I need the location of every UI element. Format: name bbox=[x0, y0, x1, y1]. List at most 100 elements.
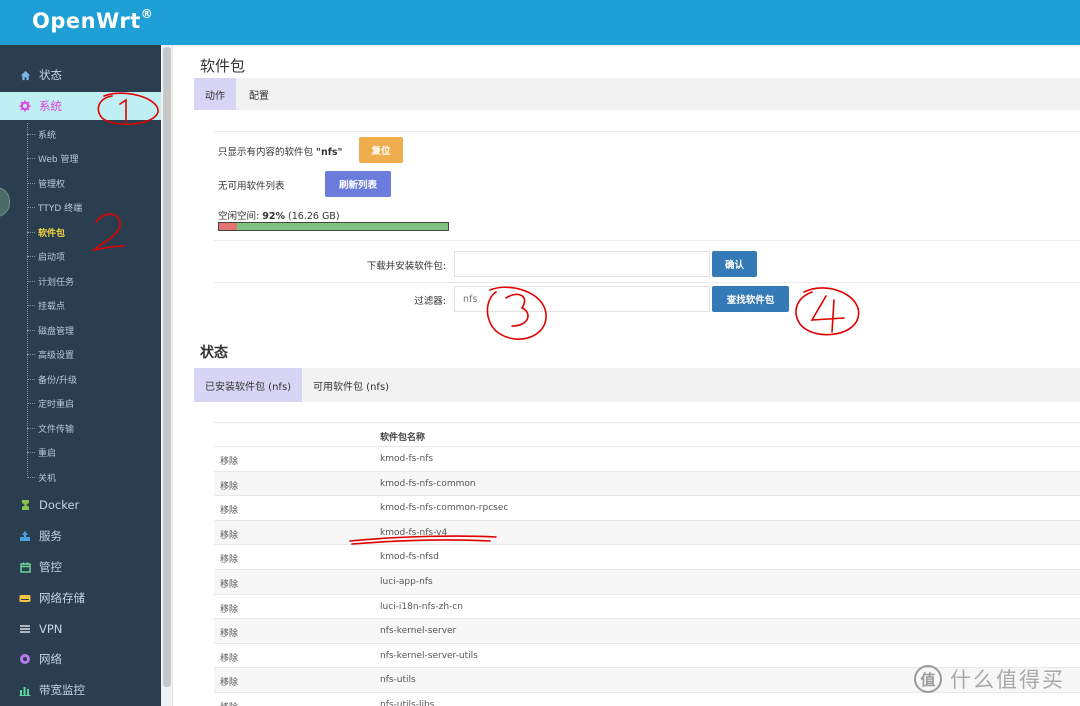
remove-package-link[interactable]: 移除 bbox=[220, 577, 238, 590]
sidebar-subitem-scheduled-reboot[interactable]: 定时重启 bbox=[0, 393, 161, 413]
remove-package-link[interactable]: 移除 bbox=[220, 675, 238, 688]
watermark: 值 什么值得买 bbox=[914, 664, 1065, 694]
top-header: OpenWrt® bbox=[0, 0, 1080, 45]
chart-icon bbox=[18, 683, 32, 697]
sidebar-subitem-mounts[interactable]: 挂载点 bbox=[0, 295, 161, 315]
download-label: 下载并安装软件包: bbox=[366, 261, 446, 272]
package-name: nfs-utils-libs bbox=[380, 699, 435, 706]
filter-input[interactable]: nfs bbox=[454, 286, 710, 312]
free-space-size: (16.26 GB) bbox=[288, 211, 340, 222]
sidebar-subitem-label: 文件传输 bbox=[38, 424, 75, 435]
sidebar-subitem-label: 关机 bbox=[38, 473, 57, 484]
sidebar-item-label: 网络存储 bbox=[39, 591, 85, 605]
sidebar-subitem-disk[interactable]: 磁盘管理 bbox=[0, 320, 161, 340]
sidebar-item-label: VPN bbox=[39, 622, 63, 636]
sidebar-item-status[interactable]: 状态 bbox=[0, 61, 161, 89]
disk-used-fill bbox=[219, 223, 238, 230]
sidebar-subitem-label: 重启 bbox=[38, 448, 57, 459]
table-row: 移除 kmod-fs-nfs bbox=[214, 446, 1080, 471]
sidebar-item-label: 系统 bbox=[39, 99, 62, 113]
package-name: kmod-fs-nfs-common-rpcsec bbox=[380, 503, 509, 514]
remove-package-link[interactable]: 移除 bbox=[220, 651, 238, 664]
divider bbox=[214, 240, 1080, 241]
remove-package-link[interactable]: 移除 bbox=[220, 552, 238, 565]
remove-package-link[interactable]: 移除 bbox=[220, 503, 238, 516]
sidebar-subitem-label: 软件包 bbox=[38, 228, 66, 239]
sidebar-subitem-label: 磁盘管理 bbox=[38, 326, 75, 337]
sidebar-subitem-packages[interactable]: 软件包 bbox=[0, 222, 161, 242]
tab-installed-packages[interactable]: 已安装软件包 (nfs) bbox=[194, 368, 303, 402]
sidebar-subitem-label: TTYD 终端 bbox=[38, 203, 83, 214]
brand-name: OpenWrt bbox=[32, 9, 141, 33]
sidebar-item-label: 服务 bbox=[39, 529, 62, 543]
remove-package-link[interactable]: 移除 bbox=[220, 528, 238, 541]
sidebar-subitem-startup[interactable]: 启动项 bbox=[0, 246, 161, 266]
sidebar-scrollbar[interactable] bbox=[161, 45, 173, 706]
no-list-text: 无可用软件列表 bbox=[218, 181, 285, 192]
docker-icon bbox=[18, 498, 32, 512]
remove-package-link[interactable]: 移除 bbox=[220, 700, 238, 706]
free-space-label: 空闲空间: bbox=[218, 211, 260, 222]
service-icon bbox=[18, 529, 32, 543]
refresh-list-button[interactable]: 刷新列表 bbox=[325, 171, 391, 197]
package-name: kmod-fs-nfs-v4 bbox=[380, 527, 448, 538]
table-row: 移除 kmod-fs-nfs-common-rpcsec bbox=[214, 495, 1080, 520]
sidebar-item-system[interactable]: 系统 bbox=[0, 92, 161, 120]
sidebar-item-control[interactable]: 管控 bbox=[0, 553, 161, 581]
download-url-input[interactable] bbox=[454, 251, 710, 277]
package-name: nfs-kernel-server-utils bbox=[380, 650, 478, 661]
table-row: 移除 kmod-fs-nfsd bbox=[214, 544, 1080, 569]
sidebar-item-bandwidth[interactable]: 带宽监控 bbox=[0, 676, 161, 704]
sidebar-item-label: 带宽监控 bbox=[39, 683, 85, 697]
scrollbar-thumb[interactable] bbox=[163, 47, 171, 687]
table-row: 移除 nfs-utils-libs bbox=[214, 691, 1080, 706]
sidebar-item-label: 状态 bbox=[39, 68, 62, 82]
sidebar-item-network-storage[interactable]: 网络存储 bbox=[0, 584, 161, 612]
sidebar-subitem-admin[interactable]: 管理权 bbox=[0, 173, 161, 193]
brand-mark: ® bbox=[140, 7, 154, 21]
tab-available-packages[interactable]: 可用软件包 (nfs) bbox=[302, 368, 400, 402]
find-package-button[interactable]: 查找软件包 bbox=[712, 286, 789, 312]
page-title: 软件包 bbox=[200, 57, 246, 75]
sidebar: 状态 系统 系统 Web 管理 管理权 TTYD 终端 软件包 启动项 计划任务… bbox=[0, 45, 161, 706]
tab-actions[interactable]: 动作 bbox=[194, 78, 236, 110]
sidebar-subitem-shutdown[interactable]: 关机 bbox=[0, 467, 161, 487]
sidebar-subitem-web-admin[interactable]: Web 管理 bbox=[0, 148, 161, 168]
brand-logo[interactable]: OpenWrt® bbox=[32, 7, 154, 33]
filter-notice-value: "nfs" bbox=[316, 147, 343, 158]
remove-package-link[interactable]: 移除 bbox=[220, 626, 238, 639]
remove-package-link[interactable]: 移除 bbox=[220, 454, 238, 467]
free-space: 空闲空间: 92% (16.26 GB) bbox=[218, 208, 340, 222]
reset-button[interactable]: 复位 bbox=[359, 137, 403, 163]
sidebar-item-services[interactable]: 服务 bbox=[0, 522, 161, 550]
remove-package-link[interactable]: 移除 bbox=[220, 479, 238, 492]
filter-notice: 只显示有内容的软件包 "nfs" bbox=[218, 144, 343, 158]
divider bbox=[214, 282, 1080, 283]
filter-notice-text: 只显示有内容的软件包 bbox=[218, 147, 314, 158]
sidebar-subitem-label: 定时重启 bbox=[38, 399, 75, 410]
tab-label: 可用软件包 (nfs) bbox=[313, 381, 390, 393]
sidebar-subitem-file-transfer[interactable]: 文件传输 bbox=[0, 418, 161, 438]
sidebar-subitem-backup[interactable]: 备份/升级 bbox=[0, 369, 161, 389]
home-icon bbox=[18, 68, 32, 82]
main-content: 软件包 动作 配置 只显示有内容的软件包 "nfs" 复位 无可用软件列表 刷新… bbox=[174, 45, 1080, 706]
sidebar-subitem-reboot[interactable]: 重启 bbox=[0, 442, 161, 462]
sidebar-subitem-advanced[interactable]: 高级设置 bbox=[0, 344, 161, 364]
package-name: kmod-fs-nfs bbox=[380, 454, 434, 464]
table-row: 移除 luci-app-nfs bbox=[214, 568, 1080, 594]
table-row: 移除 kmod-fs-nfs-common bbox=[214, 470, 1080, 496]
sidebar-subitem-cron[interactable]: 计划任务 bbox=[0, 271, 161, 291]
network-icon bbox=[18, 652, 32, 666]
package-name: luci-i18n-nfs-zh-cn bbox=[380, 601, 463, 612]
disk-usage-bar bbox=[218, 222, 449, 231]
remove-package-link[interactable]: 移除 bbox=[220, 602, 238, 615]
tab-configuration[interactable]: 配置 bbox=[238, 78, 280, 110]
sidebar-item-network[interactable]: 网络 bbox=[0, 645, 161, 673]
confirm-button[interactable]: 确认 bbox=[712, 251, 757, 277]
package-name: luci-app-nfs bbox=[380, 576, 433, 587]
table-header: 软件包名称 bbox=[214, 422, 1080, 446]
sidebar-subitem-ttyd[interactable]: TTYD 终端 bbox=[0, 197, 161, 217]
sidebar-item-docker[interactable]: Docker bbox=[0, 491, 161, 519]
sidebar-subitem-system[interactable]: 系统 bbox=[0, 124, 161, 144]
sidebar-item-vpn[interactable]: VPN bbox=[0, 615, 161, 643]
